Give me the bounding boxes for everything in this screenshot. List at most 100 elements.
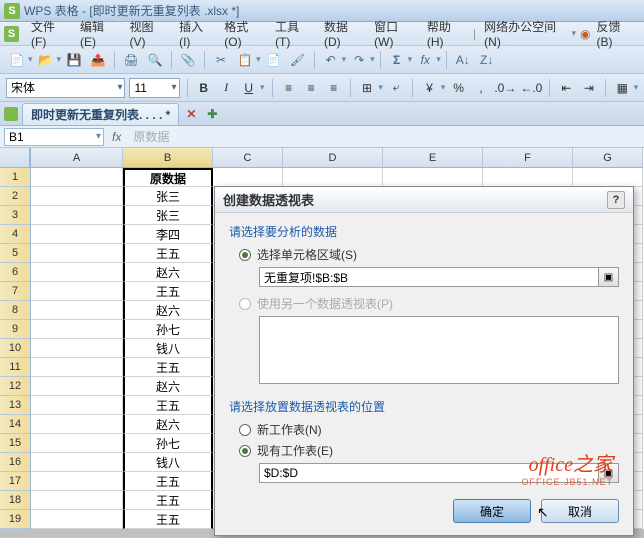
range-input-source[interactable] [259, 267, 599, 287]
row-header[interactable]: 6 [0, 263, 30, 282]
radio-select-range[interactable] [239, 249, 251, 261]
sort-desc-icon[interactable]: Z↓ [476, 49, 498, 71]
print-icon[interactable]: 🖨 [120, 49, 142, 71]
cell[interactable] [31, 206, 123, 225]
menu-help[interactable]: 帮助(H) [421, 16, 471, 51]
bold-button[interactable]: B [194, 77, 213, 99]
wrap-icon[interactable]: ⤶ [387, 77, 406, 99]
menu-office[interactable]: 网络办公空间(N) [478, 16, 573, 51]
formula-content[interactable]: 原数据 [129, 128, 644, 145]
fontsize-combo[interactable]: 11 [129, 78, 179, 98]
menu-format[interactable]: 格式(O) [218, 16, 269, 51]
format-painter-icon[interactable]: 🖌 [287, 49, 309, 71]
cell[interactable] [31, 282, 123, 301]
cell[interactable] [31, 377, 123, 396]
cell[interactable] [31, 491, 123, 510]
attach-icon[interactable]: 📎 [177, 49, 199, 71]
cell[interactable]: 李四 [123, 225, 213, 244]
cell[interactable]: 王五 [123, 491, 213, 510]
cell[interactable] [31, 415, 123, 434]
ok-button[interactable]: 确定 [453, 499, 531, 523]
office-dropdown-icon[interactable]: ▾ [571, 28, 576, 39]
row-header[interactable]: 19 [0, 510, 30, 529]
cell[interactable]: 原数据 [123, 168, 213, 187]
menu-insert[interactable]: 插入(I) [173, 16, 218, 51]
comma-icon[interactable]: , [472, 77, 491, 99]
cell[interactable]: 钱八 [123, 339, 213, 358]
cell[interactable]: 赵六 [123, 415, 213, 434]
redo-icon[interactable]: ↷ [348, 49, 370, 71]
cell[interactable]: 张三 [123, 187, 213, 206]
row-header[interactable]: 18 [0, 491, 30, 510]
menu-view[interactable]: 视图(V) [124, 16, 174, 51]
menu-edit[interactable]: 编辑(E) [74, 16, 124, 51]
menu-logo-icon[interactable]: S [4, 26, 19, 42]
cell[interactable]: 王五 [123, 472, 213, 491]
row-header[interactable]: 17 [0, 472, 30, 491]
cell[interactable] [31, 187, 123, 206]
currency-icon[interactable]: ¥ [420, 77, 439, 99]
cell[interactable] [31, 396, 123, 415]
cell[interactable] [31, 339, 123, 358]
merge-icon[interactable]: ⊞ [358, 77, 377, 99]
cell[interactable] [213, 168, 283, 187]
cell[interactable]: 张三 [123, 206, 213, 225]
row-header[interactable]: 5 [0, 244, 30, 263]
sort-asc-icon[interactable]: A↓ [452, 49, 474, 71]
row-header[interactable]: 15 [0, 434, 30, 453]
row-header[interactable]: 3 [0, 206, 30, 225]
row-header[interactable]: 10 [0, 339, 30, 358]
col-header-B[interactable]: B [123, 148, 213, 168]
undo-icon[interactable]: ↶ [320, 49, 342, 71]
col-header-C[interactable]: C [213, 148, 283, 168]
cell[interactable] [31, 301, 123, 320]
save-icon[interactable]: 💾 [63, 49, 85, 71]
dialog-titlebar[interactable]: 创建数据透视表 ? [215, 187, 633, 213]
cell[interactable] [31, 358, 123, 377]
cell[interactable]: 孙七 [123, 320, 213, 339]
col-header-E[interactable]: E [383, 148, 483, 168]
cell[interactable] [31, 320, 123, 339]
cell[interactable] [31, 510, 123, 529]
dec-decimal-icon[interactable]: ←.0 [520, 77, 542, 99]
document-tab[interactable]: 即时更新无重复列表. . . . * [22, 103, 179, 125]
row-header[interactable]: 13 [0, 396, 30, 415]
indent-inc-icon[interactable]: ⇥ [580, 77, 599, 99]
label-existing-sheet[interactable]: 现有工作表(E) [257, 442, 333, 459]
border-icon[interactable]: ▦ [613, 77, 632, 99]
align-center-icon[interactable]: ≡ [302, 77, 321, 99]
font-combo[interactable]: 宋体 [6, 78, 125, 98]
cell[interactable] [31, 472, 123, 491]
radio-existing-sheet[interactable] [239, 445, 251, 457]
col-header-G[interactable]: G [573, 148, 643, 168]
cell[interactable] [31, 263, 123, 282]
col-header-D[interactable]: D [283, 148, 383, 168]
cell[interactable] [31, 225, 123, 244]
cell[interactable] [31, 244, 123, 263]
cell[interactable]: 王五 [123, 358, 213, 377]
inc-decimal-icon[interactable]: .0→ [494, 77, 516, 99]
col-header-F[interactable]: F [483, 148, 573, 168]
open-icon[interactable]: 📂 [35, 49, 57, 71]
row-header[interactable]: 11 [0, 358, 30, 377]
cell[interactable] [31, 453, 123, 472]
row-header[interactable]: 8 [0, 301, 30, 320]
label-new-sheet[interactable]: 新工作表(N) [257, 421, 322, 438]
cell[interactable]: 赵六 [123, 301, 213, 320]
export-icon[interactable]: 📤 [87, 49, 109, 71]
fn-icon[interactable]: fx [414, 49, 436, 71]
menu-window[interactable]: 窗口(W) [368, 16, 421, 51]
menu-tools[interactable]: 工具(T) [269, 16, 318, 51]
row-header[interactable]: 4 [0, 225, 30, 244]
cell[interactable]: 王五 [123, 396, 213, 415]
menu-data[interactable]: 数据(D) [318, 16, 368, 51]
copy-icon[interactable]: 📋 [234, 49, 256, 71]
tab-close-icon[interactable]: ✕ [183, 107, 199, 121]
cut-icon[interactable]: ✂ [210, 49, 232, 71]
row-header[interactable]: 16 [0, 453, 30, 472]
cell[interactable]: 孙七 [123, 434, 213, 453]
cell[interactable] [573, 168, 643, 187]
percent-icon[interactable]: % [449, 77, 468, 99]
cell[interactable] [31, 434, 123, 453]
align-left-icon[interactable]: ≡ [279, 77, 298, 99]
